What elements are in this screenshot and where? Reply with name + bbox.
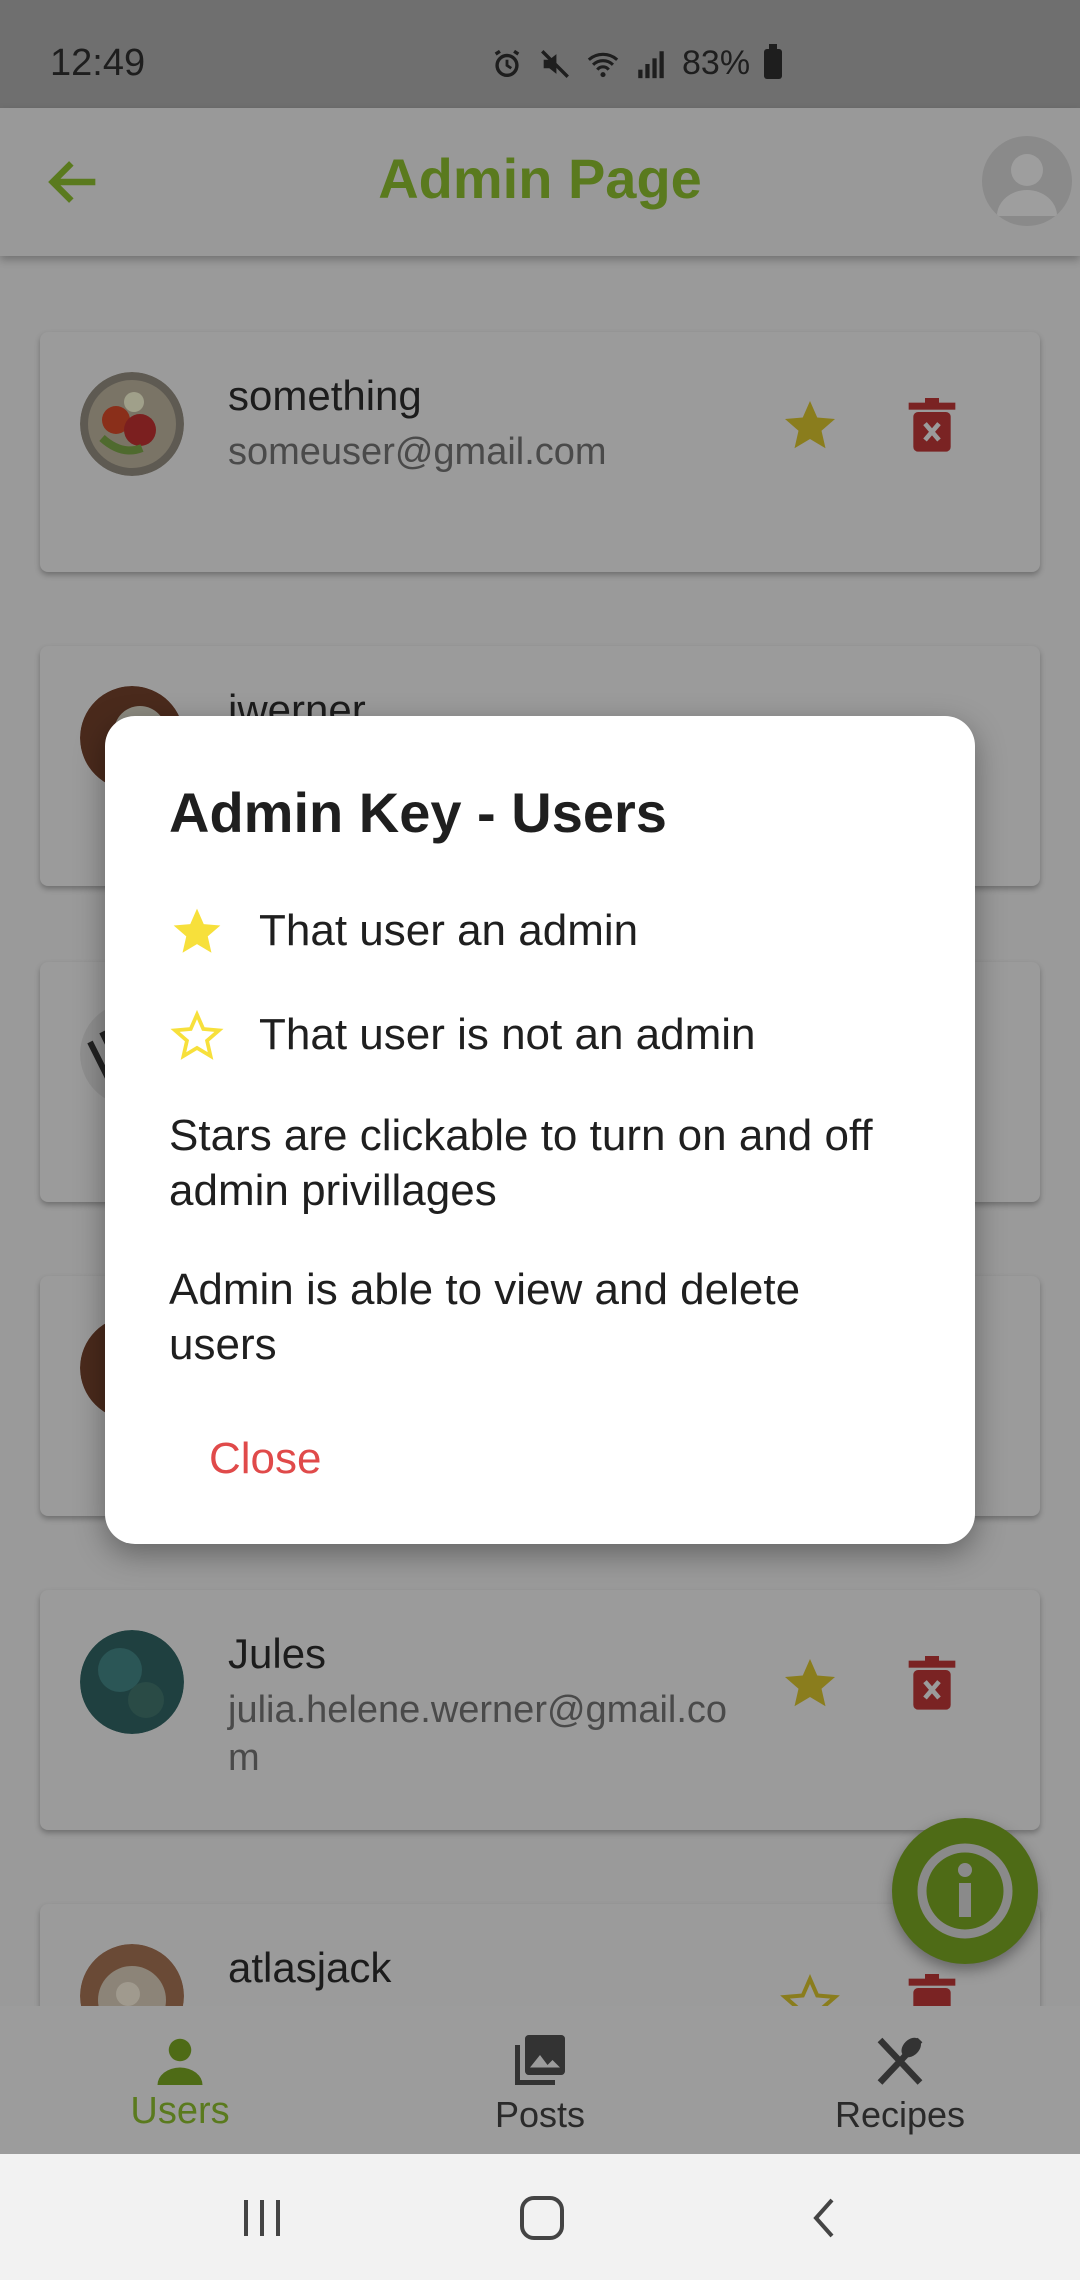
not-admin-key-text: That user is not an admin [259,1010,756,1059]
admin-key-row: That user an admin [169,902,929,962]
admin-key-dialog: Admin Key - Users That user an admin Tha… [105,716,975,1544]
admin-key-text: That user an admin [259,906,639,955]
system-back-icon[interactable] [796,2188,856,2248]
outline-star-icon [170,1009,224,1060]
home-icon[interactable] [512,2188,572,2248]
not-admin-key-row: That user is not an admin [169,1006,929,1066]
filled-star-icon [173,908,221,953]
dialog-admin-info: Admin is able to view and delete users [169,1265,801,1369]
recent-apps-icon[interactable] [232,2188,292,2248]
close-button[interactable]: Close [189,1422,342,1496]
dialog-title: Admin Key - Users [169,781,667,844]
dialog-stars-info: Stars are clickable to turn on and off a… [169,1111,873,1215]
system-nav-bar [0,2154,1080,2280]
